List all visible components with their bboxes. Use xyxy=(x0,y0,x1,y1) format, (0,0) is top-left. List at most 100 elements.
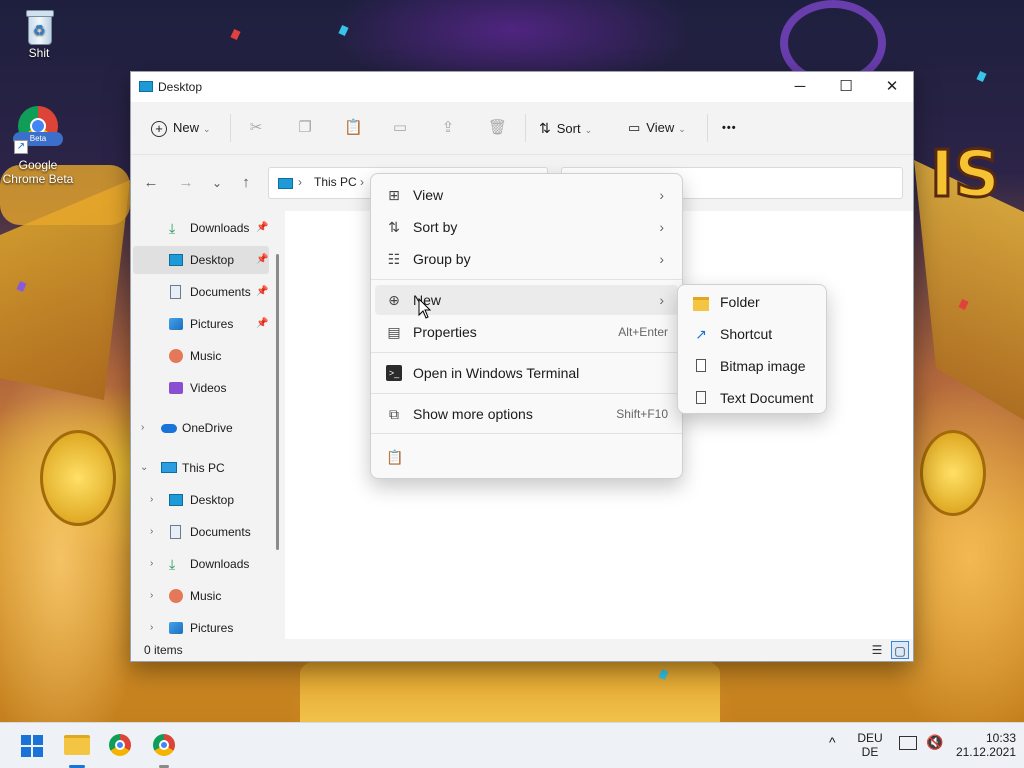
properties-icon: ▤ xyxy=(387,324,401,340)
more-options-button[interactable]: ••• xyxy=(722,116,737,140)
minimize-button[interactable]: ─ xyxy=(777,72,823,102)
terminal-icon: >_ xyxy=(386,365,402,381)
window-title: Desktop xyxy=(158,80,203,94)
menu-item-open-terminal[interactable]: >_ Open in Windows Terminal xyxy=(375,358,678,388)
copy-icon[interactable]: ❐ xyxy=(297,120,313,136)
sidebar-item-videos[interactable]: Videos xyxy=(133,374,269,402)
sort-icon: ⇅ xyxy=(388,219,400,235)
forward-button[interactable]: → xyxy=(176,173,196,193)
menu-item-show-more-options[interactable]: ⧉ Show more options Shift+F10 xyxy=(375,399,678,429)
wallpaper-coin xyxy=(920,430,986,516)
tray-overflow-chevron[interactable]: ^ xyxy=(829,735,836,749)
desktop-icon-recycle-bin[interactable]: ♻ Shit xyxy=(1,0,77,60)
chevron-right-icon: › xyxy=(150,526,154,537)
sidebar-item-this-pc[interactable]: ⌄ This PC xyxy=(133,454,269,482)
chevron-down-icon: ⌄ xyxy=(203,124,211,134)
breadcrumb-separator: › xyxy=(360,175,364,189)
sidebar-item-label: Documents xyxy=(190,285,251,299)
submenu-item-folder[interactable]: Folder xyxy=(682,287,822,317)
maximize-button[interactable]: ☐ xyxy=(823,72,869,102)
confetti xyxy=(338,24,349,37)
sort-icon: ⇅ xyxy=(539,120,551,136)
desktop-icon-label: Google Chrome Beta xyxy=(2,158,74,186)
sidebar-item-pc-downloads[interactable]: › ⤓ Downloads xyxy=(133,550,269,578)
paste-icon[interactable]: 📋 xyxy=(344,120,363,136)
file-explorer-taskbar-icon[interactable] xyxy=(64,735,90,755)
confetti xyxy=(976,70,987,83)
chevron-right-icon: › xyxy=(150,494,154,505)
sidebar-item-label: OneDrive xyxy=(182,421,233,435)
sidebar-scrollbar[interactable] xyxy=(276,254,279,550)
more-options-icon: ⧉ xyxy=(389,406,399,422)
recycle-bin-icon: ♻ xyxy=(24,10,54,45)
view-button[interactable]: ▭ View ⌄ xyxy=(628,116,686,140)
input-language-indicator[interactable]: DEU DE xyxy=(853,731,887,759)
menu-item-label: Folder xyxy=(720,294,760,310)
volume-muted-icon[interactable]: 🔇 xyxy=(926,735,943,749)
cut-icon[interactable]: ✂ xyxy=(248,120,264,136)
view-grid-icon: ⊞ xyxy=(388,187,400,203)
sidebar-item-pc-pictures[interactable]: › Pictures xyxy=(133,614,269,642)
submenu-item-text-document[interactable]: Text Document xyxy=(682,383,822,413)
wallpaper-letters: IS xyxy=(929,138,1002,212)
back-button[interactable]: ← xyxy=(141,173,161,193)
desktop-icon-label: Shit xyxy=(28,46,50,60)
paste-icon: 📋 xyxy=(386,449,404,465)
shortcut-arrow-icon: ↗ xyxy=(14,140,28,154)
new-submenu: Folder ↗ Shortcut Bitmap image Text Docu… xyxy=(677,284,827,414)
wallpaper-coin xyxy=(40,430,116,526)
clock[interactable]: 10:33 21.12.2021 xyxy=(950,731,1016,759)
sidebar-item-onedrive[interactable]: › OneDrive xyxy=(133,414,269,442)
breadcrumb-this-pc[interactable]: This PC xyxy=(314,175,357,189)
rename-icon[interactable]: ▭ xyxy=(392,120,408,136)
submenu-item-shortcut[interactable]: ↗ Shortcut xyxy=(682,319,822,349)
large-icons-view-icon[interactable]: ▢ xyxy=(891,641,909,659)
up-button[interactable]: ↑ xyxy=(236,173,256,193)
sort-button[interactable]: ⇅ Sort ⌄ xyxy=(539,116,592,140)
sidebar-item-label: Pictures xyxy=(190,317,234,331)
menu-item-sort-by[interactable]: ⇅ Sort by › xyxy=(375,212,678,242)
sidebar-item-label: Desktop xyxy=(190,253,235,267)
menu-item-properties[interactable]: ▤ Properties Alt+Enter xyxy=(375,317,678,347)
sidebar-item-label: Music xyxy=(190,349,222,363)
sidebar-item-pc-documents[interactable]: › Documents xyxy=(133,518,269,546)
menu-item-label: Open in Windows Terminal xyxy=(413,365,580,381)
network-icon[interactable] xyxy=(899,736,917,750)
menu-item-group-by[interactable]: ☷ Group by › xyxy=(375,244,678,274)
new-button[interactable]: + New ⌄ xyxy=(151,116,211,140)
start-button[interactable] xyxy=(21,735,43,757)
title-bar[interactable]: Desktop ─ ☐ ✕ xyxy=(131,72,913,102)
menu-item-shortcut: Alt+Enter xyxy=(618,325,668,339)
pictures-icon xyxy=(169,622,183,634)
sidebar-item-music[interactable]: Music xyxy=(133,342,269,370)
new-plus-icon: ⊕ xyxy=(388,292,400,308)
sidebar-item-downloads[interactable]: ⤓ Downloads 📌 xyxy=(133,214,269,242)
sidebar-item-pictures[interactable]: Pictures 📌 xyxy=(133,310,269,338)
downloads-icon: ⤓ xyxy=(169,556,176,572)
computer-icon xyxy=(161,462,177,473)
keyboard-layout: DE xyxy=(861,745,879,759)
recent-locations-button[interactable]: ⌄ xyxy=(207,173,227,193)
chrome-taskbar-icon[interactable] xyxy=(109,734,131,756)
pin-icon: 📌 xyxy=(256,286,269,297)
pin-icon: 📌 xyxy=(256,318,269,329)
sidebar-item-label: Music xyxy=(190,589,222,603)
desktop-icon-chrome-beta[interactable]: Google Chrome Beta xyxy=(0,106,76,186)
sidebar-item-pc-music[interactable]: › Music xyxy=(133,582,269,610)
delete-icon[interactable]: 🗑 xyxy=(488,120,507,136)
menu-paste-button[interactable]: 📋 xyxy=(375,442,415,472)
sidebar-item-label: Downloads xyxy=(190,221,250,235)
sidebar-item-desktop[interactable]: Desktop 📌 xyxy=(133,246,269,274)
submenu-item-bitmap-image[interactable]: Bitmap image xyxy=(682,351,822,381)
chrome-beta-taskbar-icon[interactable] xyxy=(153,734,175,756)
menu-separator xyxy=(371,279,682,280)
text-document-icon xyxy=(696,391,706,404)
menu-item-view[interactable]: ⊞ View › xyxy=(375,180,678,210)
details-view-icon[interactable]: ☰ xyxy=(868,641,886,659)
item-count: 0 items xyxy=(144,643,183,657)
shortcut-icon: ↗ xyxy=(695,326,707,342)
sidebar-item-pc-desktop[interactable]: › Desktop xyxy=(133,486,269,514)
close-button[interactable]: ✕ xyxy=(869,72,915,102)
sidebar-item-documents[interactable]: Documents 📌 xyxy=(133,278,269,306)
share-icon[interactable]: ⇪ xyxy=(440,120,456,136)
